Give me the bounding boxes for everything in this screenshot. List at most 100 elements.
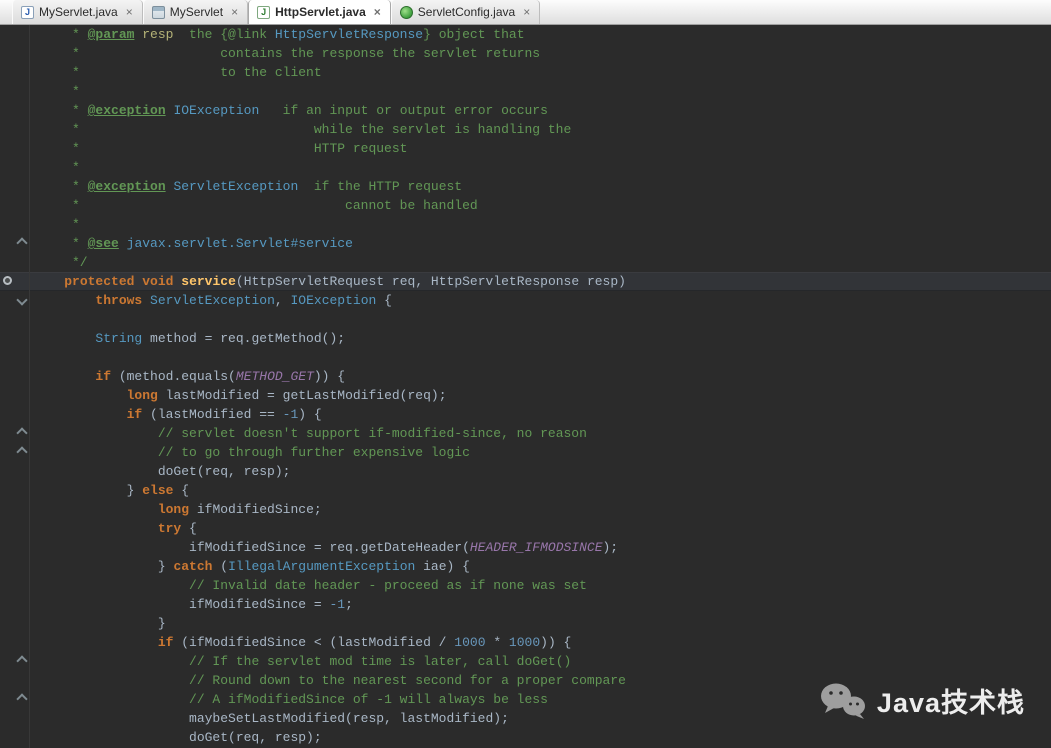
code-token: doGet(req, resp); <box>33 730 322 745</box>
code-line[interactable]: // servlet doesn't support if-modified-s… <box>0 424 1051 443</box>
code-line[interactable]: if (ifModifiedSince < (lastModified / 10… <box>0 633 1051 652</box>
code-token: long <box>127 388 158 403</box>
code-line[interactable]: protected void service(HttpServletReques… <box>0 272 1051 291</box>
code-line[interactable] <box>0 348 1051 367</box>
fold-marker-icon[interactable] <box>16 237 27 248</box>
code-line[interactable]: * while the servlet is handling the <box>0 120 1051 139</box>
code-area[interactable]: * @param resp the {@link HttpServletResp… <box>0 25 1051 747</box>
code-line[interactable]: if (method.equals(METHOD_GET)) { <box>0 367 1051 386</box>
code-line[interactable]: long ifModifiedSince; <box>0 500 1051 519</box>
code-line[interactable]: * HTTP request <box>0 139 1051 158</box>
code-line[interactable]: } else { <box>0 481 1051 500</box>
code-line[interactable]: } <box>0 614 1051 633</box>
code-line[interactable]: * @exception ServletException if the HTT… <box>0 177 1051 196</box>
code-token: if <box>127 407 143 422</box>
code-line[interactable]: // If the servlet mod time is later, cal… <box>0 652 1051 671</box>
code-line[interactable]: */ <box>0 253 1051 272</box>
code-token <box>33 407 127 422</box>
code-line[interactable]: * <box>0 82 1051 101</box>
code-line[interactable]: doGet(req, resp); <box>0 462 1051 481</box>
code-line[interactable]: } catch (IllegalArgumentException iae) { <box>0 557 1051 576</box>
code-token: resp <box>134 27 173 42</box>
code-token: * contains the response the servlet retu… <box>33 46 540 61</box>
code-token <box>33 293 95 308</box>
fold-marker-icon[interactable] <box>16 446 27 457</box>
fold-marker-icon[interactable] <box>16 655 27 666</box>
code-token <box>33 521 158 536</box>
code-token <box>33 654 189 669</box>
code-line[interactable]: ifModifiedSince = req.getDateHeader(HEAD… <box>0 538 1051 557</box>
code-line[interactable]: long lastModified = getLastModified(req)… <box>0 386 1051 405</box>
code-line[interactable]: * @see javax.servlet.Servlet#service <box>0 234 1051 253</box>
editor-tab-MyServlet[interactable]: MyServlet× <box>143 0 248 24</box>
code-editor[interactable]: * @param resp the {@link HttpServletResp… <box>0 25 1051 748</box>
code-line[interactable] <box>0 310 1051 329</box>
code-token: IOException <box>290 293 376 308</box>
code-line[interactable]: // Invalid date header - proceed as if n… <box>0 576 1051 595</box>
code-line[interactable]: * <box>0 158 1051 177</box>
code-line[interactable]: * <box>0 215 1051 234</box>
code-token: * <box>33 236 88 251</box>
code-token: // to go through further expensive logic <box>158 445 470 460</box>
code-line[interactable]: throws ServletException, IOException { <box>0 291 1051 310</box>
fold-marker-icon[interactable] <box>16 294 27 305</box>
code-token <box>33 635 158 650</box>
code-token <box>33 369 95 384</box>
java-class-icon <box>400 6 413 19</box>
code-token <box>33 445 158 460</box>
fold-marker-icon[interactable] <box>16 693 27 704</box>
code-token: METHOD_GET <box>236 369 314 384</box>
code-token: * HTTP request <box>33 141 407 156</box>
code-token: * to the client <box>33 65 322 80</box>
code-line[interactable]: ifModifiedSince = -1; <box>0 595 1051 614</box>
code-token: )) { <box>314 369 345 384</box>
code-token: } <box>33 616 166 631</box>
code-token <box>33 388 127 403</box>
editor-gutter[interactable] <box>0 25 30 748</box>
code-line[interactable]: * to the client <box>0 63 1051 82</box>
code-line[interactable]: * contains the response the servlet retu… <box>0 44 1051 63</box>
code-token <box>142 293 150 308</box>
code-token: { <box>376 293 392 308</box>
close-tab-icon[interactable]: × <box>231 6 238 18</box>
close-tab-icon[interactable]: × <box>126 6 133 18</box>
code-token: javax.servlet.Servlet#service <box>127 236 353 251</box>
code-token: ifModifiedSince = <box>33 597 329 612</box>
tab-label: MyServlet.java <box>39 5 118 19</box>
code-token: */ <box>33 255 88 270</box>
editor-tab-ServletConfig.java[interactable]: ServletConfig.java × <box>391 0 540 24</box>
code-token: protected <box>64 274 134 289</box>
editor-tab-MyServlet.java[interactable]: JMyServlet.java× <box>12 0 143 24</box>
code-token: 1000 <box>454 635 485 650</box>
close-tab-icon[interactable]: × <box>374 6 381 18</box>
code-line[interactable]: * @exception IOException if an input or … <box>0 101 1051 120</box>
code-line[interactable]: * cannot be handled <box>0 196 1051 215</box>
code-token: { <box>181 521 197 536</box>
code-token: doGet(req, resp); <box>33 464 290 479</box>
code-line[interactable]: String method = req.getMethod(); <box>0 329 1051 348</box>
code-token: if <box>95 369 111 384</box>
code-token: )) { <box>540 635 571 650</box>
code-line[interactable]: if (lastModified == -1) { <box>0 405 1051 424</box>
code-token: ( <box>212 559 228 574</box>
code-line[interactable]: try { <box>0 519 1051 538</box>
code-token: ) { <box>298 407 321 422</box>
code-token: ServletException <box>173 179 298 194</box>
editor-tab-HttpServlet.java[interactable]: JHttpServlet.java× <box>248 0 391 24</box>
code-token: * <box>33 103 88 118</box>
code-token: // If the servlet mod time is later, cal… <box>189 654 571 669</box>
code-token: // Invalid date header - proceed as if n… <box>189 578 587 593</box>
code-token: * <box>33 179 88 194</box>
tab-label: ServletConfig.java <box>418 5 515 19</box>
breakpoint-marker-icon[interactable] <box>3 276 12 285</box>
code-token: iae) { <box>415 559 470 574</box>
code-token: method = req.getMethod(); <box>142 331 345 346</box>
code-line[interactable]: * @param resp the {@link HttpServletResp… <box>0 25 1051 44</box>
ide-window: JMyServlet.java×MyServlet×JHttpServlet.j… <box>0 0 1051 748</box>
close-tab-icon[interactable]: × <box>523 6 530 18</box>
code-line[interactable]: doGet(req, resp); <box>0 728 1051 747</box>
code-token <box>33 274 64 289</box>
code-token: -1 <box>329 597 345 612</box>
fold-marker-icon[interactable] <box>16 427 27 438</box>
code-line[interactable]: // to go through further expensive logic <box>0 443 1051 462</box>
